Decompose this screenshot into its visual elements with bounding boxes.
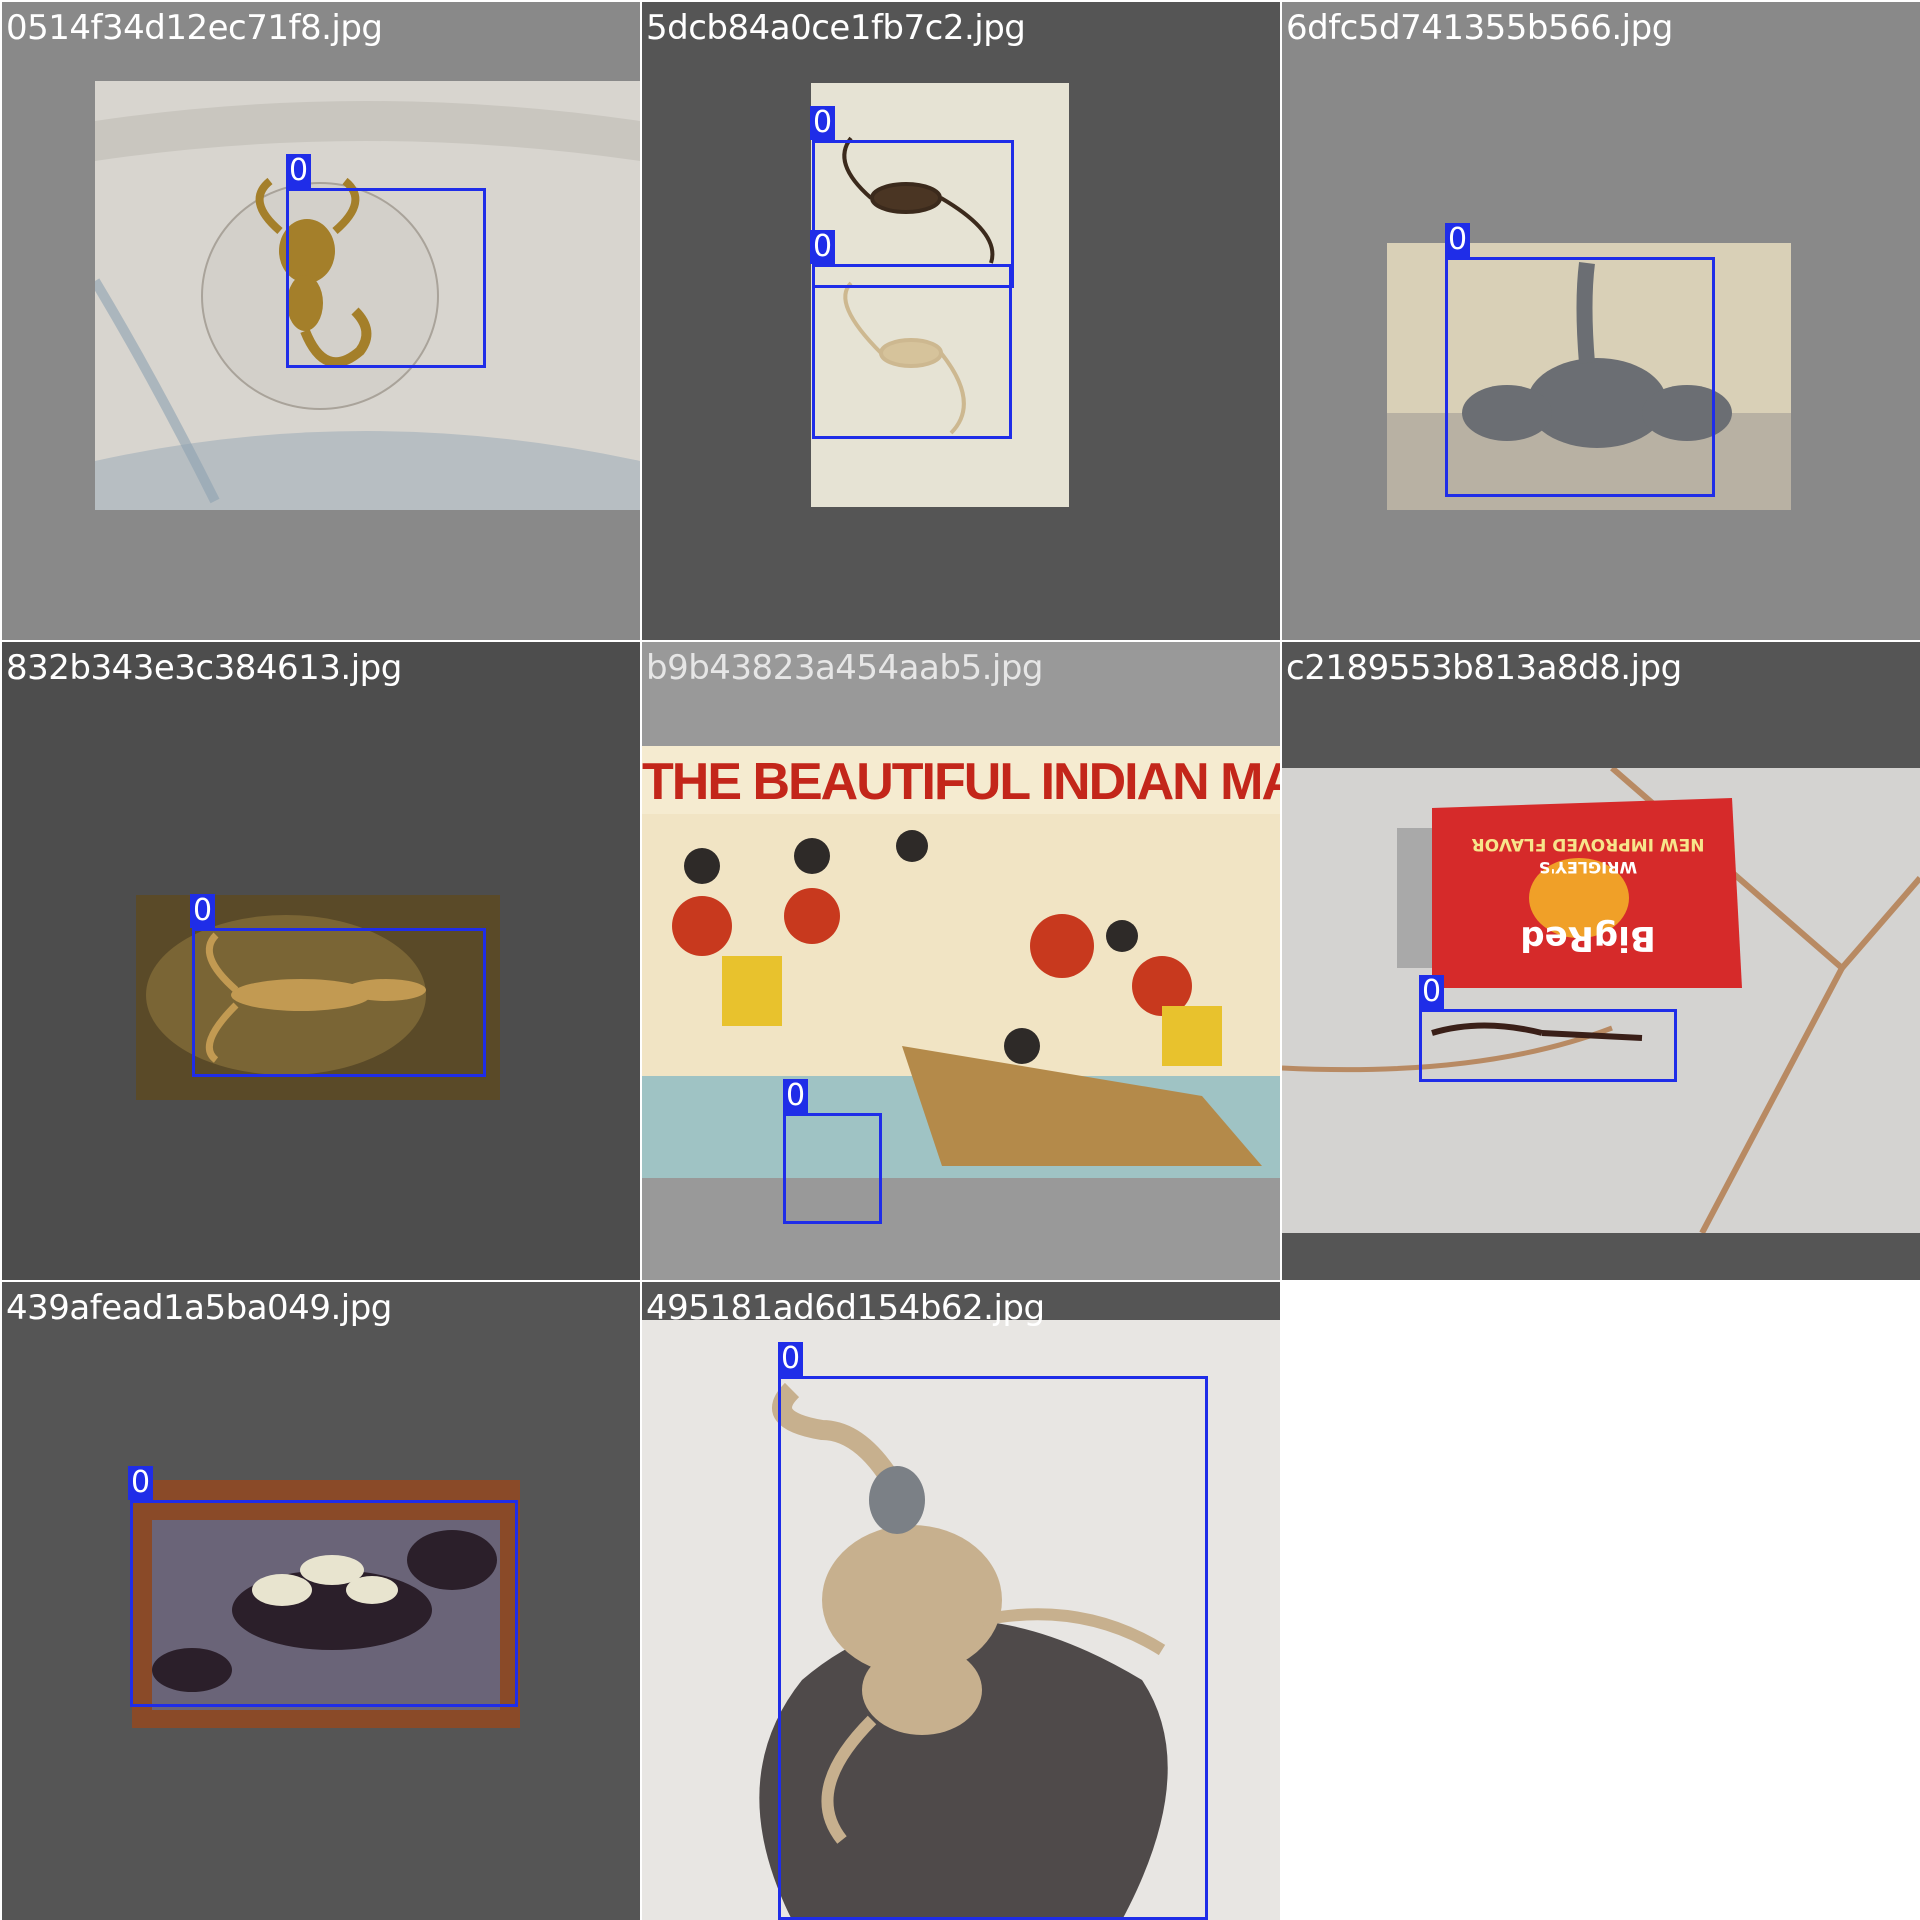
tile-filename: 5dcb84a0ce1fb7c2.jpg — [646, 8, 1026, 48]
detection-box — [1419, 1009, 1677, 1082]
tile-filename: 495181ad6d154b62.jpg — [646, 1288, 1045, 1328]
tile-filename: c2189553b813a8d8.jpg — [1286, 648, 1682, 688]
gum-brand-text: BigRed — [1520, 918, 1656, 958]
grid-tile-1: 0 0514f34d12ec71f8.jpg — [2, 2, 640, 640]
tile-filename: 439afead1a5ba049.jpg — [6, 1288, 392, 1328]
circus-poster-photo: THE BEAUTIFUL INDIAN MAIDENS — [642, 746, 1280, 1178]
tile-filename: b9b43823a454aab5.jpg — [646, 648, 1044, 688]
gum-flag-text: NEW IMPROVED FLAVOR — [1471, 834, 1705, 854]
gum-pack-photo: NEW IMPROVED FLAVOR WRIGLEY'S BigRed — [1282, 768, 1920, 1233]
detection-class-label: 0 — [1419, 975, 1445, 1009]
grid-tile-4: 0 832b343e3c384613.jpg — [2, 642, 640, 1280]
detection-class-label: 0 — [810, 106, 836, 140]
tile-filename: 832b343e3c384613.jpg — [6, 648, 402, 688]
detection-class-label: 0 — [810, 230, 836, 264]
detection-box — [783, 1113, 882, 1224]
grid-tile-8: 0 495181ad6d154b62.jpg — [642, 1282, 1280, 1920]
tile-filename: 6dfc5d741355b566.jpg — [1286, 8, 1673, 48]
detection-box — [778, 1376, 1208, 1920]
detection-class-label: 0 — [783, 1079, 809, 1113]
grid-tile-6: NEW IMPROVED FLAVOR WRIGLEY'S BigRed 0 c… — [1282, 642, 1920, 1280]
grid-tile-3: 0 6dfc5d741355b566.jpg — [1282, 2, 1920, 640]
detection-class-label: 0 — [128, 1466, 154, 1500]
detection-class-label: 0 — [190, 894, 216, 928]
detection-box — [812, 264, 1012, 439]
grid-tile-2: 0 0 5dcb84a0ce1fb7c2.jpg — [642, 2, 1280, 640]
detection-class-label: 0 — [1445, 223, 1471, 257]
poster-title: THE BEAUTIFUL INDIAN MAIDENS — [642, 753, 1280, 811]
grid-tile-5: THE BEAUTIFUL INDIAN MAIDENS 0 b9b43823a… — [642, 642, 1280, 1280]
tile-filename: 0514f34d12ec71f8.jpg — [6, 8, 383, 48]
detection-box — [286, 188, 486, 368]
gum-maker-text: WRIGLEY'S — [1538, 858, 1638, 877]
detection-class-label: 0 — [778, 1342, 804, 1376]
detection-box — [130, 1500, 518, 1707]
detection-box — [192, 928, 486, 1077]
grid-tile-7: 0 439afead1a5ba049.jpg — [2, 1282, 640, 1920]
detection-class-label: 0 — [286, 154, 312, 188]
detection-box — [1445, 257, 1715, 497]
